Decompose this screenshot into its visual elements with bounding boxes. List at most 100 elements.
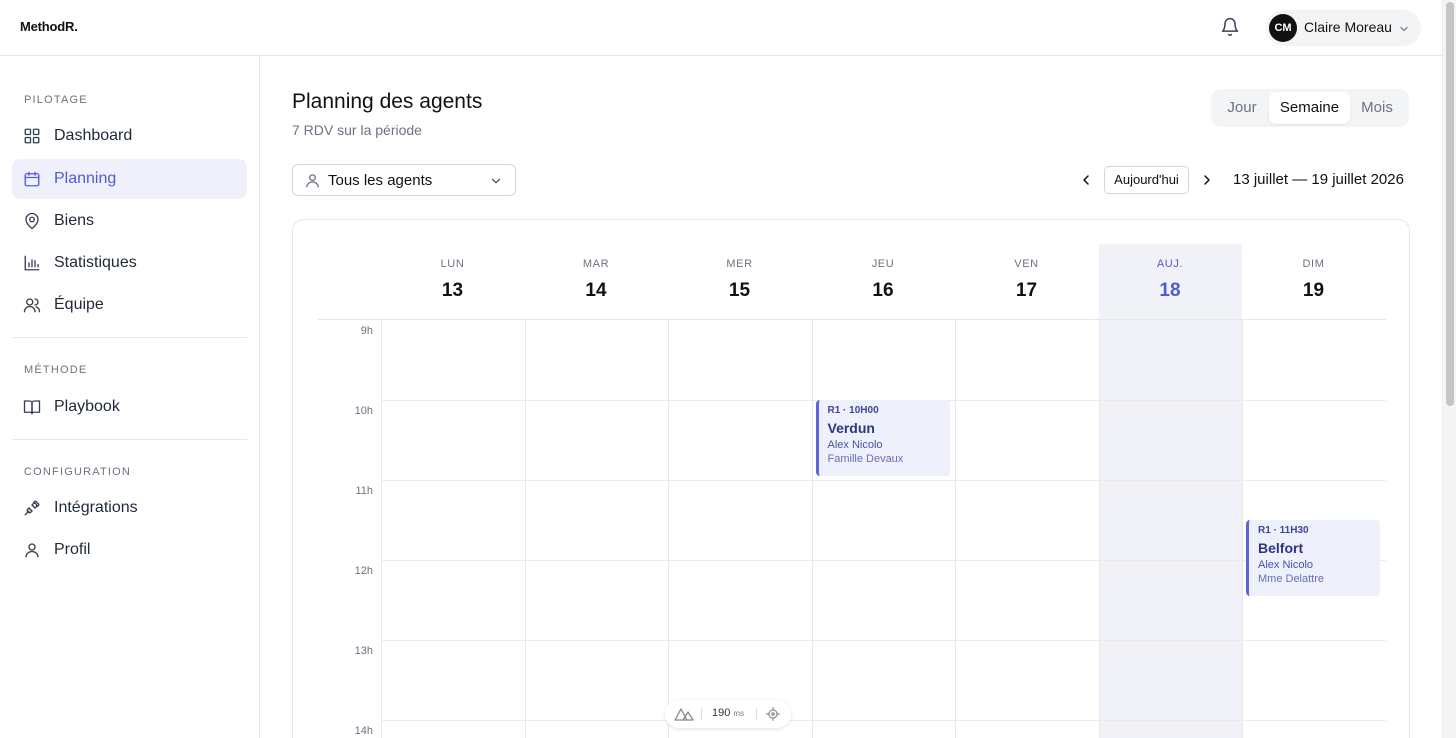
perf-toolbar: 190 ms [665,700,791,728]
hour-line [381,480,1386,481]
day-name: JEU [871,258,895,270]
divider [701,708,702,720]
day-number: 13 [441,280,464,301]
divider [756,708,757,720]
user-icon [304,172,321,189]
day-header[interactable]: DIM 19 [1242,244,1385,319]
users-icon [23,296,41,314]
day-name: DIM [1302,258,1325,270]
day-name: VEN [1014,258,1039,270]
app-logo[interactable]: MethodR. [20,19,78,34]
agent-filter-select[interactable]: Tous les agents [292,164,516,196]
week-calendar: LUN 13 MAR 14 MER 15 JEU 16 VEN 17 AUJ. 18 DIM 19 9h 10… [292,219,1410,738]
hour-label: 12h [354,565,373,577]
today-button[interactable]: Aujourd'hui [1104,166,1189,194]
page-title: Planning des agents [292,90,483,113]
calendar-icon [23,170,41,188]
view-day-button[interactable]: Jour [1215,92,1269,124]
day-header[interactable]: LUN 13 [381,244,524,319]
sidebar-item-equipe[interactable]: Équipe [12,285,247,325]
sidebar-item-planning[interactable]: Planning [12,159,247,199]
sidebar-item-playbook[interactable]: Playbook [12,387,247,427]
appointment-agent: Alex Nicolo [827,439,883,451]
page-scrollbar[interactable] [1442,0,1456,738]
sidebar-item-label: Biens [54,212,95,229]
render-time-value: 190 [712,707,731,719]
user-icon [23,541,41,559]
section-label-methode: MÉTHODE [24,364,88,376]
column-divider [668,320,669,738]
appointment-card[interactable]: R1 · 11H30 Belfort Alex Nicolo Mme Delattre [1246,520,1380,596]
sidebar-item-biens[interactable]: Biens [12,201,247,241]
appointment-time: R1 · 11H30 [1258,525,1309,536]
user-menu[interactable]: CM Claire Moreau [1266,10,1421,46]
day-header[interactable]: VEN 17 [955,244,1098,319]
column-divider [1098,320,1100,738]
hour-label: 11h [355,485,373,497]
sidebar-item-statistiques[interactable]: Statistiques [12,243,247,283]
header-divider [318,319,1386,320]
day-header[interactable]: MAR 14 [525,244,668,319]
sidebar-item-label: Playbook [54,398,120,415]
sidebar-item-label: Intégrations [54,499,138,516]
chevron-left-icon[interactable] [1078,172,1094,188]
sidebar-item-integrations[interactable]: Intégrations [12,488,247,528]
sidebar-item-profil[interactable]: Profil [12,530,247,570]
appointment-time: R1 · 10H00 [827,405,879,416]
render-time-unit: ms [733,709,745,718]
section-label-pilotage: PILOTAGE [24,94,88,106]
grid-icon [23,127,41,145]
chevron-right-icon[interactable] [1199,172,1215,188]
mountain-logo-icon[interactable] [674,707,694,721]
column-divider [381,320,382,738]
hour-line [381,560,1386,561]
sidebar-item-label: Statistiques [54,254,137,271]
page-subtitle: 7 RDV sur la période [292,122,422,138]
hour-label: 14h [354,725,373,737]
day-number: 15 [728,280,751,301]
user-name: Claire Moreau [1304,19,1392,35]
day-number: 19 [1302,280,1325,301]
appointment-card[interactable]: R1 · 10H00 Verdun Alex Nicolo Famille Devau… [815,400,950,476]
sidebar-item-dashboard[interactable]: Dashboard [12,116,247,156]
appointment-client: Mme Delattre [1258,573,1325,585]
book-icon [23,398,41,416]
section-label-configuration: CONFIGURATION [24,466,132,478]
sidebar-divider [12,337,247,338]
bar-chart-icon [23,254,41,272]
day-header[interactable]: MER 15 [668,244,811,319]
day-header[interactable]: JEU 16 [812,244,955,319]
bell-icon[interactable] [1220,17,1240,37]
sidebar-item-label: Planning [54,170,117,187]
appointment-agent: Alex Nicolo [1258,559,1314,571]
crosshair-icon[interactable] [766,707,780,721]
sidebar: PILOTAGE Dashboard Planning Biens Statis… [0,56,260,738]
day-header[interactable]: AUJ. 18 [1099,244,1242,319]
appointment-title: Belfort [1258,540,1304,556]
column-divider [1242,320,1243,738]
day-number: 17 [1015,280,1038,301]
scrollbar-thumb[interactable] [1446,2,1454,406]
column-divider [955,320,956,738]
day-name: AUJ. [1156,258,1184,270]
map-pin-icon [23,212,41,230]
hour-label: 10h [354,405,373,417]
view-month-button[interactable]: Mois [1350,92,1404,124]
hour-label: 13h [354,645,373,657]
day-name: MER [726,258,753,270]
day-name: LUN [440,258,465,270]
chevron-down-icon [489,174,503,188]
top-bar: MethodR. CM Claire Moreau [0,0,1442,56]
plug-icon [23,499,41,517]
sidebar-item-label: Profil [54,541,91,558]
column-divider [811,320,813,738]
hour-line [381,640,1386,641]
day-number: 14 [585,280,607,301]
agent-filter-value: Tous les agents [328,172,433,189]
appointment-title: Verdun [827,420,875,436]
chevron-down-icon [1398,22,1410,34]
view-toggle: Jour Semaine Mois [1211,89,1409,127]
day-name: MAR [582,258,610,270]
appointment-client: Famille Devaux [827,453,904,465]
view-week-button[interactable]: Semaine [1269,92,1350,124]
